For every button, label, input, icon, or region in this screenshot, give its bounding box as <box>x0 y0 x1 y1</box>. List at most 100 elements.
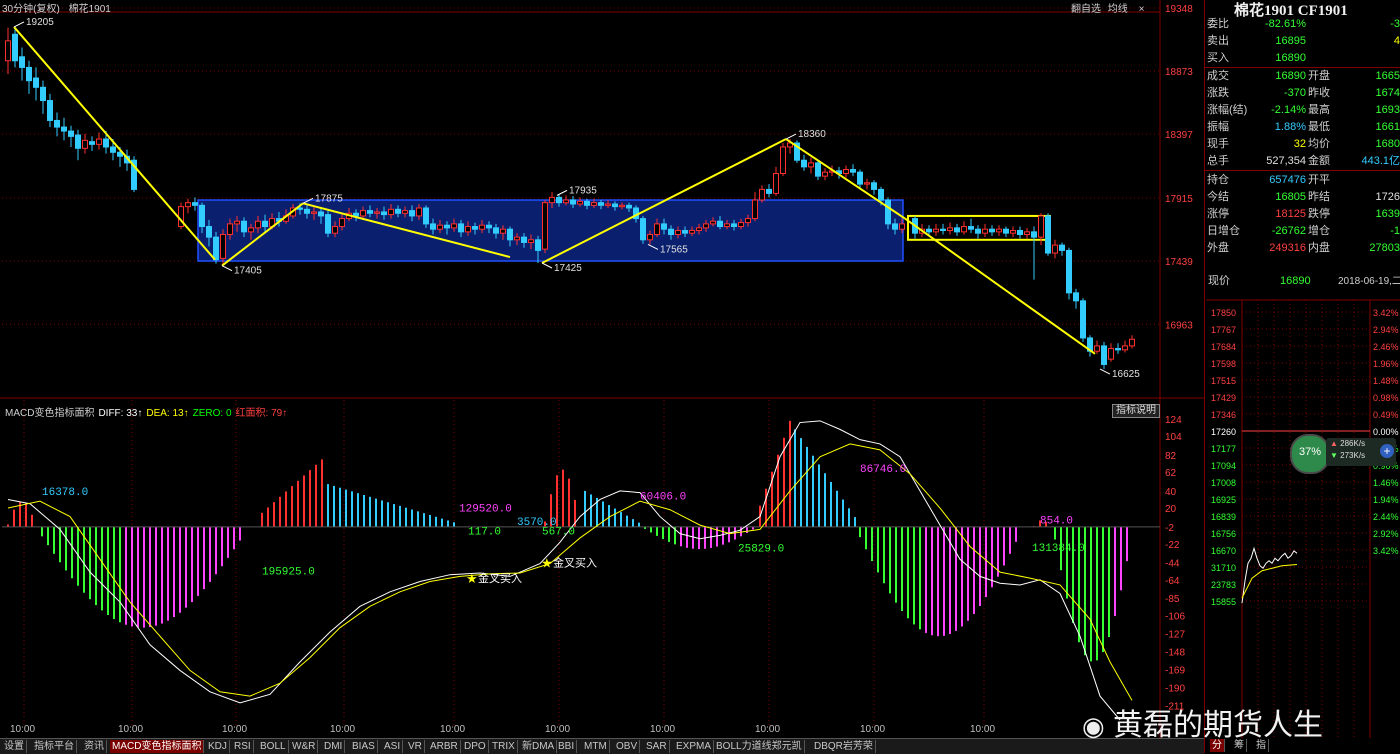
quote-row: 日增仓 -26762 增仓 -1 <box>0 223 1400 240</box>
quote-value: 443.1亿 <box>1361 155 1400 167</box>
quote-value: -2.14% <box>1271 104 1306 116</box>
indicator-tab[interactable]: MTM <box>582 740 610 753</box>
area-label: 16378.0 <box>42 487 88 499</box>
close-icon[interactable]: × <box>1139 4 1145 15</box>
quote-label: 外盘 <box>1207 242 1229 254</box>
indicator-tab[interactable]: DPO <box>462 740 489 753</box>
quote-value: 16890 <box>1275 70 1306 82</box>
quote-value: 1639 <box>1375 208 1400 220</box>
macd-tick-label: 104 <box>1165 432 1182 443</box>
candle-body <box>1080 300 1086 339</box>
quote-value: 1661 <box>1375 121 1400 133</box>
indicator-tab[interactable]: SAR <box>644 740 670 753</box>
candle <box>1073 288 1079 309</box>
network-gauge[interactable]: 37% <box>1290 434 1330 474</box>
quote-label: 增仓 <box>1308 225 1330 237</box>
quote-row: 买入 16890 <box>0 50 1400 67</box>
time-tick-label: 10:00 <box>10 724 35 735</box>
area-label: 60406.0 <box>640 491 686 503</box>
quote-label: 开盘 <box>1308 70 1330 82</box>
legend-item: 红面积: 79↑ <box>235 408 288 419</box>
macd-legend: MACD变色指标面积 DIFF: 33↑ DEA: 13↑ ZERO: 0 红面积: 7… <box>5 404 291 419</box>
quote-row: 涨跌 -370 昨收 1674 <box>0 85 1400 102</box>
symbol-label: 棉花1901 <box>68 4 111 15</box>
macd-tick-label: -106 <box>1165 612 1185 623</box>
quote-value: 4 <box>1393 35 1400 47</box>
macd-tick-label: -44 <box>1165 559 1180 570</box>
macd-tick-label: -127 <box>1165 630 1185 641</box>
quote-label: 跌停 <box>1308 208 1330 220</box>
quote-value: -82.61% <box>1265 18 1306 30</box>
indicator-tab[interactable]: 资讯 <box>82 740 107 753</box>
candle-body <box>1122 345 1128 351</box>
quote-label: 振幅 <box>1207 121 1229 133</box>
quote-value: 1665 <box>1375 70 1400 82</box>
add-icon[interactable]: + <box>1380 444 1394 458</box>
indicator-tab[interactable]: 新DMA <box>520 740 558 753</box>
macd-tick-label: 20 <box>1165 504 1177 515</box>
indicator-tab[interactable]: EXPMA <box>674 740 715 753</box>
indicator-tab[interactable]: BOLL力道线郑元凯 <box>714 740 805 753</box>
quote-label: 持仓 <box>1207 174 1229 186</box>
quote-value: 18125 <box>1275 208 1306 220</box>
quote-label: 最低 <box>1308 121 1330 133</box>
candle-body <box>1094 345 1100 352</box>
time-tick-label: 10:00 <box>440 724 465 735</box>
candle <box>1101 341 1107 370</box>
indicator-tab[interactable]: MACD变色指标面积 <box>110 740 205 753</box>
ma-button[interactable]: 均线 <box>1108 4 1128 15</box>
indicator-tab[interactable]: TRIX <box>490 740 518 753</box>
quote-value: 1726 <box>1375 191 1400 203</box>
indicator-tab[interactable]: DBQR岩芳荣 <box>812 740 876 753</box>
quote-row: 外盘 249316 内盘 27803 <box>0 240 1400 257</box>
quote-row: 振幅 1.88% 最低 1661 <box>0 119 1400 136</box>
annotation-leader <box>221 265 233 272</box>
indicator-tab[interactable]: BOLL <box>258 740 289 753</box>
quote-label: 均价 <box>1308 138 1330 150</box>
indicator-tab[interactable]: BBI <box>556 740 578 753</box>
time-tick-label: 10:00 <box>545 724 570 735</box>
quote-value: -370 <box>1283 87 1306 99</box>
time-tick-label: 10:00 <box>860 724 885 735</box>
macd-tick-label: -190 <box>1165 684 1185 695</box>
candle <box>1080 298 1086 342</box>
time-tick-label: 10:00 <box>330 724 355 735</box>
indicator-help-button[interactable]: 指标说明 <box>1112 404 1160 418</box>
quote-value: -26762 <box>1271 225 1306 237</box>
time-tick-label: 10:00 <box>118 724 143 735</box>
macd-tick-label: -148 <box>1165 648 1185 659</box>
toggle-watchlist-button[interactable]: 翻自选 <box>1071 4 1101 15</box>
indicator-tab[interactable]: OBV <box>614 740 641 753</box>
indicator-tab[interactable]: DMI <box>322 740 346 753</box>
indicator-tab[interactable]: 指标平台 <box>32 740 77 753</box>
indicator-tab[interactable]: RSI <box>232 740 254 753</box>
indicator-tab[interactable]: ASI <box>382 740 404 753</box>
indicator-tabbar: 设置 指标平台 资讯 MACD变色指标面积 KDJ RSI BOLL W&R DMI BIAS AS… <box>0 738 1204 754</box>
price-tick-label: 17439 <box>1165 257 1193 268</box>
toolbar-buttons: 翻自选 均线 × <box>1071 0 1144 15</box>
quote-label: 涨停 <box>1207 208 1229 220</box>
indicator-tab[interactable]: KDJ <box>206 740 230 753</box>
annotation-leader <box>541 262 553 269</box>
indicator-tab[interactable]: ARBR <box>428 740 461 753</box>
area-label: 117.0 <box>468 527 501 539</box>
quote-label: 开平 <box>1308 174 1330 186</box>
indicator-tab[interactable]: W&R <box>290 740 319 753</box>
time-tick-label: 10:00 <box>650 724 675 735</box>
macd-tick-label: 40 <box>1165 487 1177 498</box>
macd-tick-label: -2 <box>1165 523 1174 534</box>
indicator-tab[interactable]: VR <box>406 740 425 753</box>
quote-row: 成交 16890 开盘 1665 <box>0 68 1400 85</box>
candle <box>1108 343 1114 362</box>
watermark-text: 黄磊的期货人生 <box>1113 709 1324 742</box>
indicator-tab[interactable]: 设置 <box>2 740 27 753</box>
indicator-tab[interactable]: BIAS <box>350 740 378 753</box>
candle <box>1115 343 1121 354</box>
quote-value: 16805 <box>1275 191 1306 203</box>
quote-label: 内盘 <box>1308 242 1330 254</box>
quote-value: -1 <box>1390 225 1400 237</box>
trade-date: 2018-06-19,二 <box>1338 276 1400 287</box>
price-tick-label: 19348 <box>1165 4 1193 15</box>
quote-row: 涨停 18125 跌停 1639 <box>0 206 1400 223</box>
last-price-value: 16890 <box>1280 275 1311 287</box>
